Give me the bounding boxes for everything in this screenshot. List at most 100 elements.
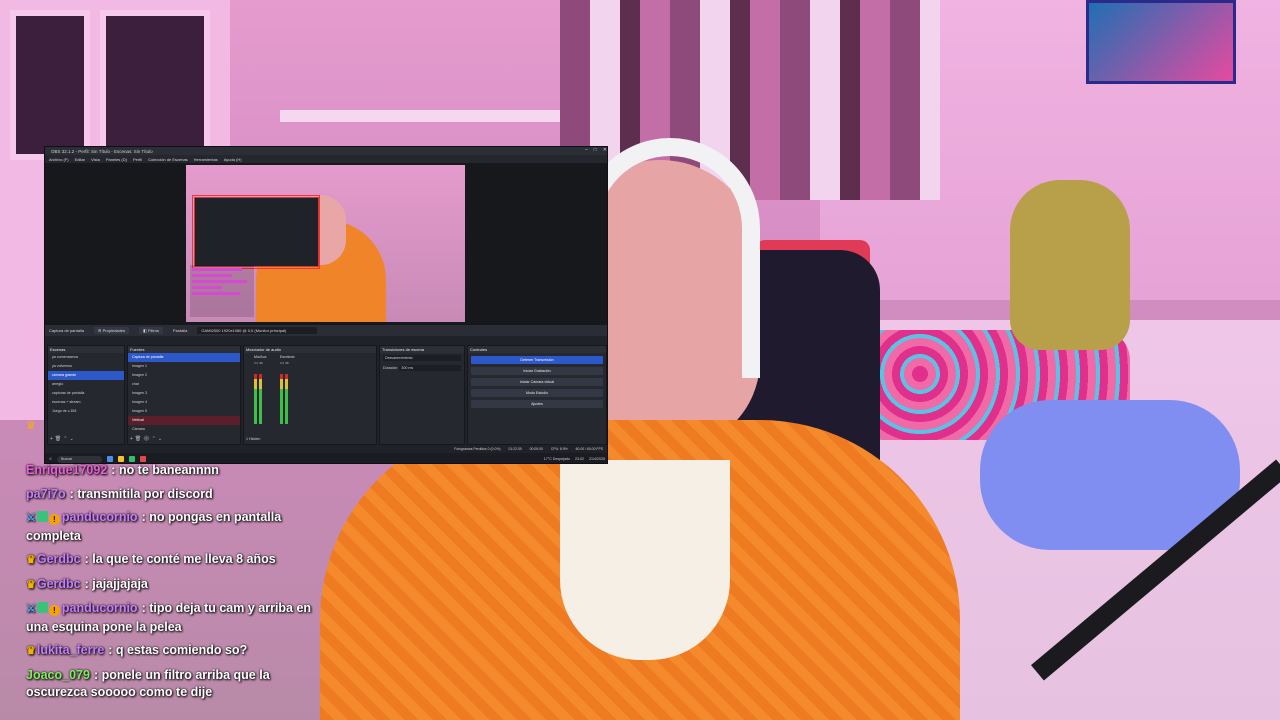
properties-button[interactable]: ⚙ Propiedades	[93, 327, 130, 334]
moderator-badge-icon	[36, 602, 48, 613]
chat-text: q estas comiendo so?	[115, 643, 248, 657]
source-item[interactable]: Imagen 3	[128, 389, 240, 398]
crown-icon: ♛	[26, 578, 36, 591]
clock-date[interactable]: 21/4/2025	[589, 457, 605, 461]
audio-mixer-dock: Mezclador de audio Mic/Aux 0.0 dB Escrit…	[243, 345, 377, 445]
menu-view[interactable]: Vista	[91, 157, 100, 162]
streamer-shirt	[560, 460, 730, 660]
source-item[interactable]: Imagen 4	[128, 398, 240, 407]
subscriber-badge-icon: !	[48, 514, 60, 525]
scenes-dock: Escenas ya comenzamos ya volvemos cámara…	[47, 345, 125, 445]
preview-selection-box[interactable]	[192, 195, 320, 269]
chat-message: ⚔! panducornio: no pongas en pantalla com…	[26, 510, 282, 543]
clock-time[interactable]: 23:02	[575, 457, 584, 461]
obs-status-bar: Fotogramas Perdidos 0 (0.0%) 01:22:39 00…	[45, 445, 607, 453]
start-recording-button[interactable]: Iniciar Grabación	[471, 367, 603, 375]
chat-message: pa7i7o: transmitila por discord	[26, 486, 213, 501]
studio-mode-button[interactable]: Modo Estudio	[471, 389, 603, 397]
crown-icon: ♛	[26, 420, 36, 432]
source-item-active[interactable]: Captura de pantalla	[128, 353, 240, 362]
toolbar-source-name: Captura de pantalla	[49, 328, 84, 333]
source-item[interactable]: Imagen 1	[128, 362, 240, 371]
start-virtual-camera-button[interactable]: Iniciar Cámara virtual	[471, 378, 603, 386]
audio-channel-value: 0.0 dB	[280, 361, 289, 365]
scene-item[interactable]: arreglo	[48, 380, 124, 389]
gear-icon[interactable]: ⚙	[143, 436, 151, 442]
audio-meter	[285, 374, 288, 424]
scene-item[interactable]: capturas de pantalla	[48, 389, 124, 398]
move-down-icon[interactable]: ⌄	[158, 436, 164, 442]
stop-streaming-button[interactable]: Detener Transmisión	[471, 356, 603, 364]
menu-file[interactable]: Archivo (F)	[49, 157, 69, 162]
obs-window-title: OBS 32.1.2 - Perfil: Sin Título - Escena…	[51, 148, 153, 154]
menu-scene-collection[interactable]: Colección de Escenas	[148, 157, 188, 162]
chat-message: Joaco_079: ponele un filtro arriba que l…	[26, 667, 270, 700]
chat-username: Enrique17092	[26, 463, 108, 477]
menu-help[interactable]: Ayuda (H)	[224, 157, 242, 162]
chat-username: Joaco_079	[26, 667, 90, 682]
audio-hidden-count[interactable]: 1 Hidden	[246, 437, 260, 441]
obs-title-bar: OBS 32.1.2 - Perfil: Sin Título - Escena…	[45, 147, 607, 155]
preview-chat	[190, 265, 254, 317]
dropped-frames: Fotogramas Perdidos 0 (0.0%)	[454, 447, 501, 451]
audio-meter	[280, 374, 283, 424]
crown-icon: ♛	[26, 645, 36, 657]
menu-profile[interactable]: Perfil	[133, 157, 142, 162]
chat-username: pa7i7o	[26, 486, 66, 501]
controls-title: Controles	[468, 346, 606, 353]
scene-item[interactable]: ya comenzamos	[48, 353, 124, 362]
chat-text: transmitila por discord	[77, 486, 213, 501]
stream-time: 01:22:39	[508, 447, 522, 451]
transitions-dock: Transiciones de escena Desvanecimiento D…	[379, 345, 465, 445]
scene-item[interactable]: escenas + stream	[48, 398, 124, 407]
chat-text: no te baneannnn	[118, 463, 219, 477]
properties-label: Propiedades	[102, 328, 126, 333]
sword-icon: ⚔	[26, 512, 36, 524]
duration-input[interactable]: 300 ms	[399, 365, 461, 371]
screen-label: Pantalla	[172, 328, 188, 333]
source-item-alert[interactable]: Vertical	[128, 416, 240, 425]
wall-poster	[1086, 0, 1236, 84]
scene-item[interactable]: Juego de c-DM	[48, 407, 124, 416]
maximize-icon[interactable]: □	[594, 147, 597, 153]
scenes-title: Escenas	[48, 346, 124, 353]
audio-channel-value: 0.0 dB	[254, 361, 263, 365]
obs-window[interactable]: OBS 32.1.2 - Perfil: Sin Título - Escena…	[44, 146, 608, 464]
sources-list: Captura de pantalla Imagen 1 Imagen 2 ch…	[128, 353, 240, 434]
menu-edit[interactable]: Editar	[75, 157, 85, 162]
source-item[interactable]: Imagen 2	[128, 371, 240, 380]
filters-button[interactable]: ◧ Filtros	[139, 327, 163, 334]
source-item[interactable]: Cámara	[128, 425, 240, 434]
sources-dock: Fuentes Captura de pantalla Imagen 1 Ima…	[127, 345, 241, 445]
screen-select[interactable]: GAMI2000 1920x1080 @ 0,0 (Monitor princi…	[197, 327, 318, 334]
scenes-list: ya comenzamos ya volvemos cámara grande …	[48, 353, 124, 416]
chat-username: lukita_ferre	[36, 643, 105, 657]
filter-icon: ◧	[143, 328, 147, 333]
weather-readout[interactable]: 17°C Despejado	[544, 457, 570, 461]
transition-type-select[interactable]: Desvanecimiento	[383, 355, 461, 361]
dinosaur-plush	[1010, 180, 1130, 350]
audio-channel-name: Mic/Aux	[254, 355, 267, 359]
audio-mixer-title: Mezclador de audio	[244, 346, 376, 353]
chat-text: la que te conté me lleva 8 años	[92, 552, 276, 566]
close-icon[interactable]: ✕	[603, 147, 607, 153]
scene-item[interactable]: ya volvemos	[48, 362, 124, 371]
source-item[interactable]: chat	[128, 380, 240, 389]
gear-icon: ⚙	[97, 328, 102, 333]
settings-button[interactable]: Ajustes	[471, 400, 603, 408]
scene-item-active[interactable]: cámara grande	[48, 371, 124, 380]
minimize-icon[interactable]: –	[585, 147, 588, 153]
chat-text: jajajjajaja	[92, 576, 148, 591]
audio-channel-name: Escritorio	[280, 355, 295, 359]
source-item[interactable]: Imagen 5	[128, 407, 240, 416]
obs-preview-canvas[interactable]	[186, 165, 465, 322]
menu-tools[interactable]: Herramientas	[194, 157, 218, 162]
menu-docks[interactable]: Paneles (D)	[106, 157, 127, 162]
duration-label: Duración	[383, 366, 398, 370]
move-down-icon[interactable]: ⌄	[69, 436, 75, 442]
chat-username: panducornio	[61, 601, 138, 615]
obs-source-toolbar: Captura de pantalla ⚙ Propiedades ◧ Filt…	[45, 325, 607, 336]
windows-start-icon[interactable]: ⊞	[49, 457, 52, 461]
rec-time: 00:00:00	[529, 447, 543, 451]
scenes-footer: +🗑⌃⌄	[50, 436, 76, 442]
